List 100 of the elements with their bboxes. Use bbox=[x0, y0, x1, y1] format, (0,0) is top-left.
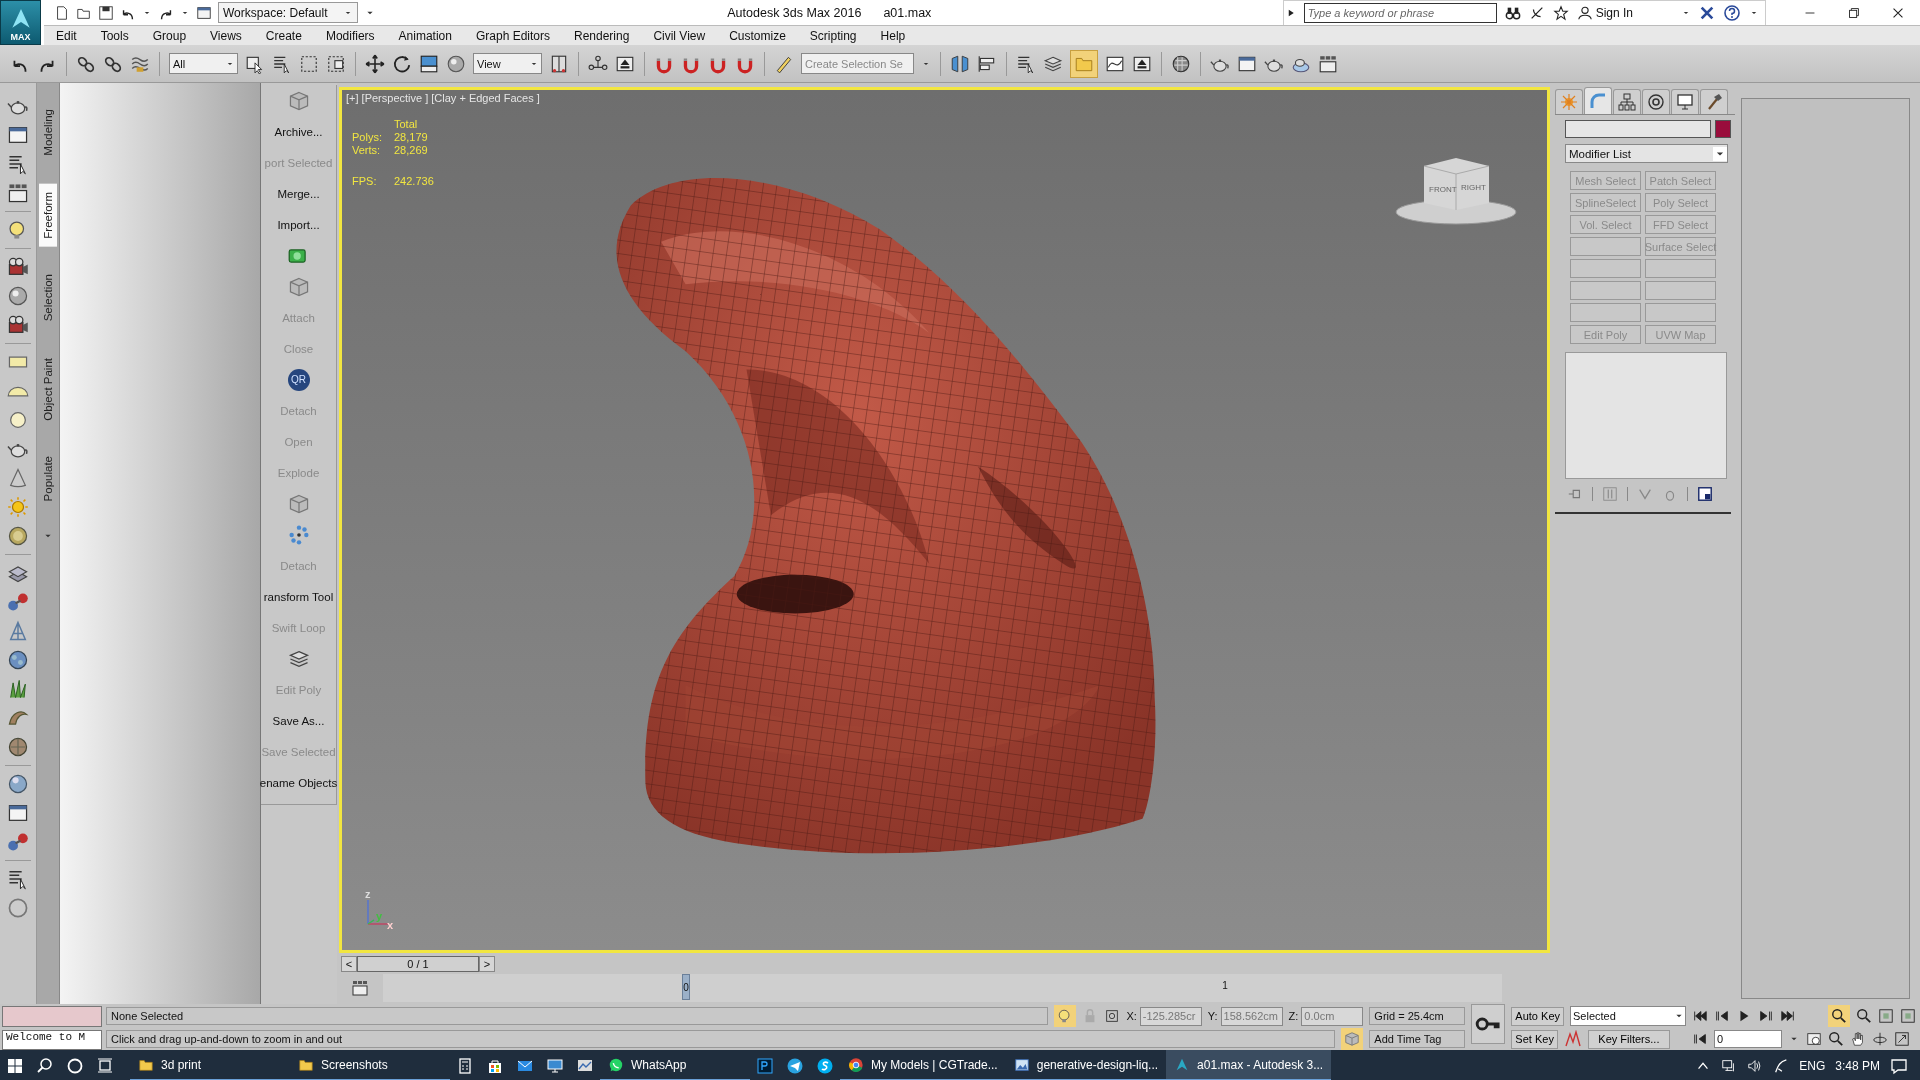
dots-icon[interactable] bbox=[287, 523, 310, 546]
window-crossing-icon[interactable] bbox=[326, 53, 346, 74]
ribbon-command[interactable]: Import... bbox=[277, 218, 320, 231]
taskbar-item[interactable]: a01.max - Autodesk 3... bbox=[1166, 1050, 1332, 1080]
list-icon[interactable] bbox=[7, 868, 29, 890]
viewcube-face-label[interactable]: FRONT bbox=[1429, 185, 1457, 194]
new-file-icon[interactable] bbox=[54, 4, 70, 21]
mirror-icon[interactable] bbox=[950, 53, 970, 74]
list-icon[interactable] bbox=[7, 153, 29, 175]
save-icon[interactable] bbox=[98, 4, 114, 21]
taskbar-item[interactable]: WhatsApp bbox=[600, 1050, 750, 1080]
rectangle-selection-icon[interactable] bbox=[299, 53, 319, 74]
sphere-icon[interactable] bbox=[7, 773, 29, 795]
selection-filter-dropdown[interactable]: All bbox=[169, 53, 238, 74]
current-frame-marker[interactable]: 0 bbox=[682, 974, 691, 1000]
frame-position-button[interactable]: 0 / 1 bbox=[357, 956, 479, 972]
app-icon[interactable] bbox=[756, 1056, 774, 1075]
taskbar-item[interactable]: 3d print bbox=[130, 1050, 290, 1080]
ribbon-tab[interactable]: Populate bbox=[39, 448, 57, 510]
frame-field[interactable]: 0 bbox=[1714, 1030, 1782, 1048]
viewcube[interactable] bbox=[1423, 158, 1490, 211]
material-icon[interactable] bbox=[1171, 53, 1191, 74]
search-field[interactable]: Type a keyword or phrase bbox=[1303, 2, 1497, 23]
sphere-icon[interactable] bbox=[7, 285, 29, 307]
start-icon[interactable] bbox=[6, 1056, 24, 1075]
zoom-button[interactable] bbox=[1828, 1005, 1850, 1027]
molecule-icon[interactable] bbox=[7, 831, 29, 853]
app-logo[interactable]: MAX bbox=[0, 0, 41, 45]
orbit-icon[interactable] bbox=[1872, 1031, 1888, 1047]
grass-icon[interactable] bbox=[7, 678, 29, 700]
command-panel-tab[interactable] bbox=[1700, 89, 1728, 114]
set-key-mode-button[interactable]: Set Key bbox=[1511, 1029, 1558, 1049]
ribbon-tab[interactable]: Selection bbox=[39, 266, 57, 330]
ribbon-command[interactable]: Archive... bbox=[274, 125, 323, 138]
scale-icon[interactable] bbox=[419, 53, 439, 74]
tower-icon[interactable] bbox=[7, 620, 29, 642]
zoom-extents-icon[interactable] bbox=[1878, 1008, 1894, 1024]
menu-item[interactable]: Modifiers bbox=[313, 28, 387, 43]
cube-icon[interactable] bbox=[287, 275, 310, 298]
search-icon[interactable] bbox=[36, 1056, 54, 1075]
listener-field[interactable]: Welcome to M bbox=[2, 1030, 102, 1050]
gallery-icon[interactable] bbox=[1318, 53, 1338, 74]
menu-item[interactable]: Customize bbox=[717, 28, 798, 43]
menu-item[interactable]: Rendering bbox=[562, 28, 642, 43]
menu-item[interactable]: Edit bbox=[44, 28, 89, 43]
disc-icon[interactable] bbox=[7, 525, 29, 547]
pan-icon[interactable] bbox=[1850, 1031, 1866, 1047]
rotate-icon[interactable] bbox=[392, 53, 412, 74]
cube-icon[interactable] bbox=[287, 89, 310, 112]
key-mode-dropdown[interactable]: Selected bbox=[1570, 1006, 1686, 1026]
calculator-icon[interactable] bbox=[456, 1056, 474, 1075]
add-time-tag-button[interactable]: Add Time Tag bbox=[1369, 1030, 1466, 1048]
blob-icon[interactable] bbox=[7, 649, 29, 671]
window-icon[interactable] bbox=[7, 124, 29, 146]
camera-icon[interactable] bbox=[7, 314, 29, 336]
command-panel-tab[interactable] bbox=[1642, 89, 1670, 114]
ribbon-tab[interactable]: Object Paint bbox=[39, 349, 57, 429]
ribbon-command[interactable]: ename Objects bbox=[259, 776, 338, 789]
language-indicator[interactable]: ENG bbox=[1799, 1058, 1826, 1073]
zoom-all-icon[interactable] bbox=[1856, 1008, 1872, 1024]
align-icon[interactable] bbox=[977, 53, 997, 74]
object-name-field[interactable] bbox=[1565, 120, 1711, 138]
exchange-icon[interactable] bbox=[1699, 4, 1715, 21]
ribbon-command[interactable]: ransform Tool bbox=[263, 590, 334, 603]
object-color-swatch[interactable] bbox=[1715, 120, 1731, 138]
coordinate-system-dropdown[interactable]: View bbox=[473, 53, 542, 74]
previous-frame-icon[interactable] bbox=[1714, 1008, 1730, 1024]
window-icon[interactable] bbox=[7, 802, 29, 824]
clock[interactable]: 3:48 PM bbox=[1835, 1058, 1880, 1073]
auto-key-button[interactable]: Auto Key bbox=[1511, 1006, 1564, 1026]
menu-item[interactable]: Help bbox=[868, 28, 918, 43]
notifications-icon[interactable] bbox=[1890, 1056, 1908, 1075]
next-frame-button[interactable]: > bbox=[479, 956, 495, 972]
star-icon[interactable] bbox=[1552, 4, 1569, 21]
next-frame-icon[interactable] bbox=[1758, 1008, 1774, 1024]
project-folder-icon[interactable] bbox=[196, 4, 212, 21]
modifier-list-dropdown[interactable]: Modifier List bbox=[1565, 144, 1728, 163]
molecule-icon[interactable] bbox=[7, 591, 29, 613]
key-filters-button[interactable]: Key Filters... bbox=[1587, 1029, 1670, 1049]
ribbon-tab[interactable]: Freeform bbox=[39, 183, 57, 247]
ribbon-command[interactable]: Save As... bbox=[272, 714, 325, 727]
command-panel-tab[interactable] bbox=[1613, 89, 1641, 114]
move-icon[interactable] bbox=[365, 53, 385, 74]
paper-plane-icon[interactable] bbox=[786, 1056, 804, 1075]
task-view-icon[interactable] bbox=[96, 1056, 114, 1075]
maximize-icon[interactable] bbox=[1894, 1031, 1910, 1047]
cube-icon[interactable] bbox=[287, 492, 310, 515]
sphere-icon[interactable] bbox=[446, 53, 466, 74]
taskbar-item[interactable]: Screenshots bbox=[290, 1050, 450, 1080]
cone-icon[interactable] bbox=[7, 467, 29, 489]
command-panel-tab[interactable] bbox=[1671, 89, 1699, 114]
ribbon-tab[interactable]: Modeling bbox=[39, 101, 57, 164]
chat-icon[interactable] bbox=[816, 1056, 834, 1075]
workspace-dropdown[interactable]: Workspace: Default bbox=[218, 2, 358, 23]
listener-field[interactable] bbox=[2, 1006, 102, 1027]
ball-icon[interactable] bbox=[7, 736, 29, 758]
previous-frame-button[interactable]: < bbox=[341, 956, 357, 972]
menu-item[interactable]: Animation bbox=[386, 28, 464, 43]
named-selection-field[interactable]: Create Selection Se bbox=[801, 53, 914, 74]
monitor-icon[interactable] bbox=[546, 1056, 564, 1075]
